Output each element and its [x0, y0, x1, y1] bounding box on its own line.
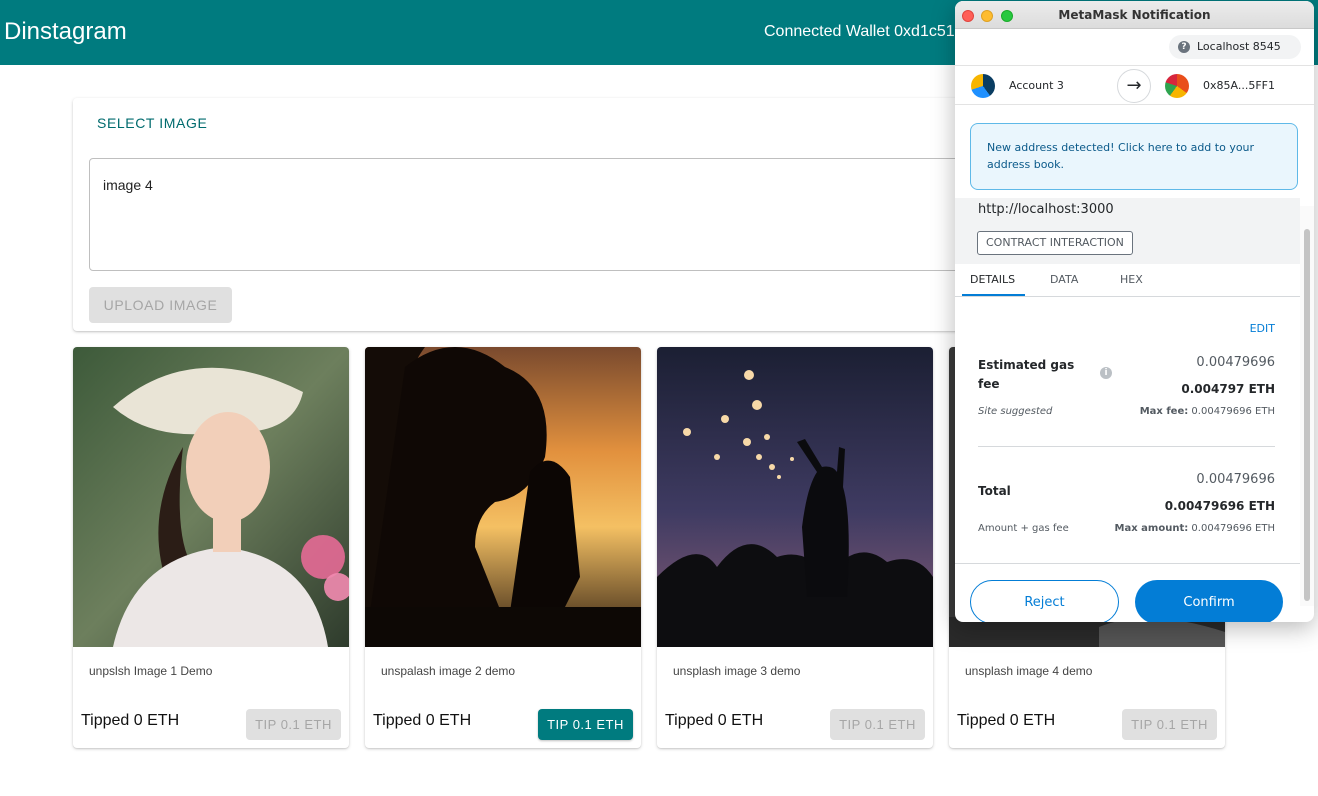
site-suggested-label: Site suggested — [978, 406, 1053, 417]
edit-gas-link[interactable]: EDIT — [1250, 322, 1275, 335]
card-caption: unsplash image 3 demo — [673, 664, 801, 678]
tab-hex[interactable]: HEX — [1120, 273, 1143, 286]
image-card: unspalash image 2 demo Tipped 0 ETH TIP … — [365, 347, 641, 748]
image-card: unsplash image 3 demo Tipped 0 ETH TIP 0… — [657, 347, 933, 748]
total-label: Total — [978, 484, 1011, 498]
origin-url: http://localhost:3000 — [978, 202, 1114, 217]
account-avatar-icon — [971, 74, 995, 98]
post-image-1 — [73, 347, 349, 647]
image-card: unpslsh Image 1 Demo Tipped 0 ETH TIP 0.… — [73, 347, 349, 748]
window-title: MetaMask Notification — [1058, 8, 1211, 22]
tip-button[interactable]: TIP 0.1 ETH — [246, 709, 341, 740]
connected-wallet-text: Connected Wallet 0xd1c51 — [764, 23, 955, 40]
amount-plus-gas-label: Amount + gas fee — [978, 523, 1069, 534]
tipped-amount: Tipped 0 ETH — [81, 712, 180, 729]
transaction-tabs: DETAILS DATA HEX — [955, 264, 1300, 297]
details-panel: EDIT Estimated gas fee i 0.00479696 0.00… — [955, 298, 1300, 562]
estimated-gas-fee-label: Estimated gas fee — [978, 358, 1075, 391]
tip-button[interactable]: TIP 0.1 ETH — [1122, 709, 1217, 740]
contract-interaction-badge: CONTRACT INTERACTION — [977, 231, 1133, 255]
window-titlebar: MetaMask Notification — [955, 1, 1314, 29]
gas-fee-primary: 0.004797 ETH — [1181, 382, 1275, 396]
active-tab-indicator — [962, 294, 1025, 296]
post-image-3 — [657, 347, 933, 647]
info-icon[interactable]: i — [1100, 367, 1112, 379]
max-fee: Max fee: 0.00479696 ETH — [1140, 406, 1275, 417]
from-account-name: Account 3 — [1009, 79, 1064, 92]
question-circle-icon: ? — [1178, 41, 1190, 53]
max-amount-label: Max amount: — [1114, 523, 1189, 534]
confirm-button[interactable]: Confirm — [1135, 580, 1283, 622]
gas-fee-secondary: 0.00479696 — [1196, 355, 1275, 370]
transaction-origin-area: http://localhost:3000 CONTRACT INTERACTI… — [955, 198, 1300, 264]
card-caption: unspalash image 2 demo — [381, 664, 516, 678]
recipient-avatar-icon — [1165, 74, 1189, 98]
network-indicator[interactable]: ? Localhost 8545 — [1169, 35, 1301, 59]
max-amount: Max amount: 0.00479696 ETH — [1115, 523, 1275, 534]
total-primary: 0.00479696 ETH — [1164, 499, 1275, 513]
card-caption: unpslsh Image 1 Demo — [89, 664, 213, 678]
section-divider — [978, 446, 1275, 447]
tipped-amount: Tipped 0 ETH — [957, 712, 1056, 729]
tipped-amount: Tipped 0 ETH — [665, 712, 764, 729]
metamask-notification-window: MetaMask Notification ? Localhost 8545 A… — [955, 1, 1314, 622]
tip-button[interactable]: TIP 0.1 ETH — [830, 709, 925, 740]
recipient-address[interactable]: 0x85A...5FF1 — [1203, 79, 1275, 92]
max-amount-value: 0.00479696 ETH — [1191, 523, 1275, 534]
network-label: Localhost 8545 — [1197, 40, 1281, 53]
action-footer: Reject Confirm — [955, 563, 1300, 622]
post-image-2 — [365, 347, 641, 647]
new-address-alert[interactable]: New address detected! Click here to add … — [970, 123, 1298, 190]
tip-button[interactable]: TIP 0.1 ETH — [538, 709, 633, 740]
scrollbar-thumb[interactable] — [1304, 229, 1310, 601]
reject-button[interactable]: Reject — [970, 580, 1119, 622]
upload-image-button[interactable]: UPLOAD IMAGE — [89, 287, 232, 323]
card-caption: unsplash image 4 demo — [965, 664, 1093, 678]
tipped-amount: Tipped 0 ETH — [373, 712, 472, 729]
tab-details[interactable]: DETAILS — [970, 273, 1015, 286]
tab-data[interactable]: DATA — [1050, 273, 1078, 286]
app-brand[interactable]: Dinstagram — [4, 18, 127, 46]
total-secondary: 0.00479696 — [1196, 472, 1275, 487]
select-image-button[interactable]: SELECT IMAGE — [97, 115, 207, 131]
arrow-right-icon: → — [1117, 69, 1151, 103]
max-fee-label: Max fee: — [1139, 406, 1189, 417]
max-fee-value: 0.00479696 ETH — [1191, 406, 1275, 417]
sender-recipient-row: Account 3 → 0x85A...5FF1 — [955, 65, 1314, 105]
